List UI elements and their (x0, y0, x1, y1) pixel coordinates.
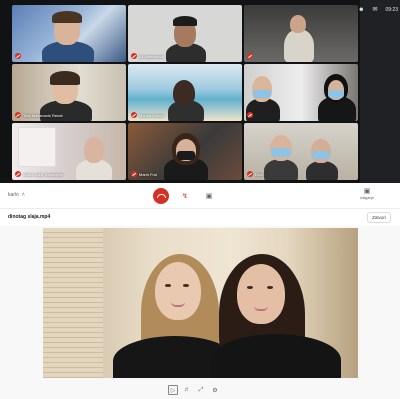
chevron-up-icon: ˄ (21, 192, 25, 198)
video-viewer: ▷ ♬ ⤢ ⚙ (0, 226, 400, 399)
eye (247, 286, 253, 289)
participant-silhouette (284, 29, 314, 62)
eye (165, 284, 171, 287)
participant-name: Marin Frol (139, 171, 158, 177)
participant-hair (173, 16, 197, 26)
participant-face (173, 80, 195, 106)
mic-off-icon (247, 53, 253, 59)
person-right-face (237, 264, 285, 324)
participant-tile[interactable]: Antoa Jukić Kovačević (12, 123, 126, 180)
play-icon[interactable]: ▷ (168, 385, 178, 395)
video-frame[interactable] (43, 228, 358, 378)
participant-hair (50, 71, 80, 85)
mic-off-icon (247, 112, 253, 118)
poster-image (18, 127, 56, 167)
file-name: dinotag slaja.mp4 (8, 214, 51, 220)
participant-tile[interactable] (244, 64, 358, 121)
face-mask (328, 90, 344, 98)
participant-tile[interactable] (12, 5, 126, 62)
face-mask (177, 151, 195, 160)
participant-tile[interactable] (244, 5, 358, 62)
participant-name: Ali Arsenovich (139, 53, 165, 59)
participant-tile[interactable]: Lina (244, 123, 358, 180)
participant-face (290, 15, 306, 33)
camera-button[interactable]: ▣ (204, 191, 214, 201)
participant-name: Marina Deličić (139, 112, 165, 118)
end-call-button[interactable] (153, 188, 169, 204)
mic-off-icon (15, 112, 21, 118)
present-icon: ▣ (363, 188, 371, 195)
mic-off-icon (15, 171, 21, 177)
meeting-side-panel (360, 0, 400, 183)
present-button[interactable]: ▣ Izlaganje (345, 188, 389, 200)
mic-off-icon (247, 171, 253, 177)
face-mask (271, 148, 291, 157)
player-controls: ▷ ♬ ⤢ ⚙ (168, 384, 220, 396)
eye (183, 284, 189, 287)
meeting-name: karlo (8, 192, 19, 198)
close-button[interactable]: Zatvori (367, 212, 391, 223)
person-right-body (211, 334, 341, 378)
volume-icon[interactable]: ♬ (182, 385, 192, 395)
eye (267, 286, 273, 289)
meeting-details[interactable]: karlo ˄ (8, 192, 25, 198)
participant-hair (52, 11, 82, 23)
mic-off-icon (15, 53, 21, 59)
mic-off-icon (131, 171, 137, 177)
clock: 09:23 (385, 6, 398, 13)
call-controls: karlo ˄ ↯ ▣ ▣ Izlaganje (0, 183, 400, 209)
meeting-grid: Ali Arsenovich Tina Mašanović Reizić Mar… (0, 0, 400, 183)
mic-off-button[interactable]: ↯ (180, 191, 190, 201)
participant-silhouette (264, 159, 298, 180)
face-mask (253, 90, 271, 98)
people-icon[interactable]: ☻ (358, 7, 364, 13)
settings-icon[interactable]: ⚙ (210, 385, 220, 395)
participant-name: Antoa Jukić Kovačević (23, 171, 64, 177)
face-mask (312, 151, 330, 159)
fullscreen-icon[interactable]: ⤢ (196, 385, 206, 395)
participant-tile[interactable]: Tina Mašanović Reizić (12, 64, 126, 121)
participant-tile[interactable]: Ali Arsenovich (128, 5, 242, 62)
meeting-top-icons: ☻ ✉ 09:23 (358, 6, 398, 14)
participant-name: Lina (255, 171, 263, 177)
file-header: dinotag slaja.mp4 Zatvori (0, 210, 400, 226)
participant-face (252, 76, 272, 102)
participant-face (84, 137, 104, 163)
participant-tile[interactable]: Marin Frol (128, 123, 242, 180)
window-blind (43, 228, 103, 378)
participant-silhouette (306, 161, 338, 180)
present-label: Izlaganje (359, 196, 374, 200)
person-left-face (155, 262, 201, 320)
mic-off-icon (131, 53, 137, 59)
participant-name: Tina Mašanović Reizić (23, 112, 63, 118)
mic-off-icon (131, 112, 137, 118)
participant-tile[interactable]: Marina Deličić (128, 64, 242, 121)
chat-icon[interactable]: ✉ (372, 6, 377, 13)
